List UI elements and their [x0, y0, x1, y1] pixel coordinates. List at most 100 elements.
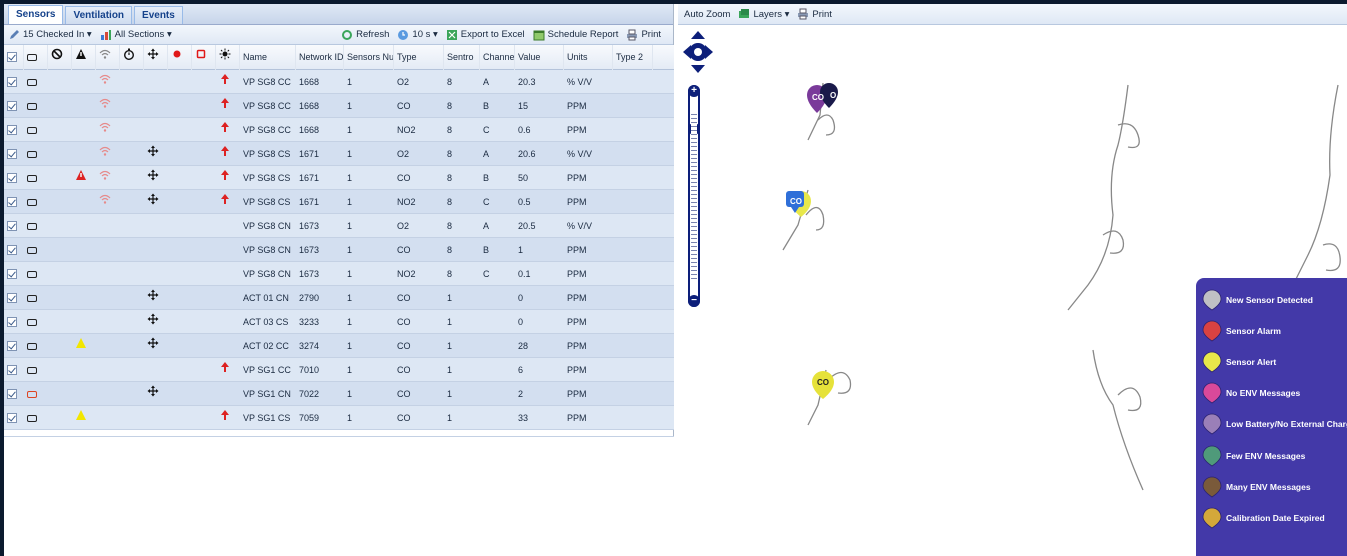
tab-sensors[interactable]: Sensors	[8, 5, 64, 24]
header-channel[interactable]: Channel	[480, 44, 515, 70]
header-record[interactable]	[168, 44, 192, 70]
row-checkbox[interactable]	[7, 389, 17, 400]
row-checkbox[interactable]	[7, 413, 17, 424]
row-checkbox[interactable]	[7, 173, 17, 184]
table-row[interactable]: ACT 01 CN 2790 1 CO 1 0 PPM	[4, 286, 674, 310]
table-row[interactable]: ACT 03 CS 3233 1 CO 1 0 PPM	[4, 310, 674, 334]
tab-events[interactable]: Events	[134, 6, 183, 24]
checked-in-dropdown[interactable]: 15 Checked In ▾	[8, 29, 92, 41]
row-checkbox[interactable]	[7, 197, 17, 208]
header-move[interactable]	[144, 44, 168, 70]
header-battery[interactable]	[24, 44, 48, 70]
row-select-cell[interactable]	[4, 382, 24, 406]
row-select-cell[interactable]	[4, 214, 24, 238]
legend-item: Many ENV Messages	[1202, 471, 1347, 502]
table-row[interactable]: VP SG8 CN 1673 1 O2 8 A 20.5 % V/V	[4, 214, 674, 238]
value-cell: 33	[518, 412, 529, 423]
auto-zoom-button[interactable]: Auto Zoom	[684, 9, 730, 20]
schedule-report-button[interactable]: Schedule Report	[533, 29, 618, 41]
sections-dropdown[interactable]: All Sections ▾	[100, 29, 172, 41]
table-row[interactable]: VP SG8 CN 1673 1 NO2 8 C 0.1 PPM	[4, 262, 674, 286]
table-row[interactable]: VP SG8 CC 1668 1 CO 8 B 15 PPM	[4, 94, 674, 118]
row-select-cell[interactable]	[4, 334, 24, 358]
zoom-in-button[interactable]: +	[688, 85, 700, 97]
row-select-cell[interactable]	[4, 142, 24, 166]
header-sensors-num[interactable]: Sensors Num	[344, 44, 394, 70]
row-select-cell[interactable]	[4, 286, 24, 310]
name-cell: VP SG1 CC	[243, 364, 291, 375]
row-checkbox[interactable]	[7, 293, 17, 304]
channel-cell: A	[483, 76, 490, 87]
header-sentro[interactable]: Sentro	[444, 44, 480, 70]
table-row[interactable]: VP SG8 CS 1671 1 O2 8 A 20.6 % V/V	[4, 142, 674, 166]
legend-item: Few ENV Messages	[1202, 440, 1347, 471]
battery-cell	[24, 70, 48, 94]
row-select-cell[interactable]	[4, 262, 24, 286]
row-checkbox[interactable]	[7, 365, 17, 376]
header-signal[interactable]	[96, 44, 120, 70]
layers-dropdown[interactable]: Layers ▾	[738, 8, 789, 20]
table-row[interactable]: VP SG8 CS 1671 1 NO2 8 C 0.5 PPM	[4, 190, 674, 214]
table-row[interactable]: ACT 02 CC 3274 1 CO 1 28 PPM	[4, 334, 674, 358]
zoom-out-button[interactable]: −	[688, 295, 700, 307]
row-select-cell[interactable]	[4, 310, 24, 334]
header-type2[interactable]: Type 2	[613, 44, 653, 70]
row-select-cell[interactable]	[4, 238, 24, 262]
row-select-cell[interactable]	[4, 358, 24, 382]
table-row[interactable]: VP SG8 CS 1671 1 CO 8 B 50 PPM	[4, 166, 674, 190]
refresh-button[interactable]: Refresh	[341, 29, 389, 41]
header-units[interactable]: Units	[564, 44, 613, 70]
print-button[interactable]: Print	[626, 29, 661, 41]
header-type[interactable]: Type	[394, 44, 444, 70]
row-checkbox[interactable]	[7, 221, 17, 232]
select-all-checkbox[interactable]	[7, 52, 17, 63]
interval-dropdown[interactable]: 10 s ▾	[397, 29, 438, 41]
map-print-button[interactable]: Print	[797, 8, 832, 20]
type-cell: O2	[397, 76, 410, 87]
zoom-slider[interactable]: + −	[688, 85, 700, 307]
row-checkbox[interactable]	[7, 77, 17, 88]
move-icon	[147, 169, 159, 180]
channel-cell: A	[483, 220, 490, 231]
mine-map[interactable]: CO O CO CO + − New Sensor Detected Senso…	[678, 25, 1347, 556]
table-row[interactable]: VP SG1 CS 7059 1 CO 1 33 PPM	[4, 406, 674, 430]
header-select-all[interactable]	[4, 44, 24, 70]
table-row[interactable]: VP SG8 CC 1668 1 O2 8 A 20.3 % V/V	[4, 70, 674, 94]
row-checkbox[interactable]	[7, 245, 17, 256]
header-status[interactable]	[216, 44, 240, 70]
row-select-cell[interactable]	[4, 190, 24, 214]
pan-control[interactable]	[683, 31, 713, 73]
tab-ventilation[interactable]: Ventilation	[65, 6, 133, 24]
network-id-cell: 1673	[299, 268, 320, 279]
row-checkbox[interactable]	[7, 317, 17, 328]
blocked-cell	[48, 382, 72, 406]
header-alarm[interactable]	[72, 44, 96, 70]
type2-cell	[613, 286, 653, 310]
table-row[interactable]: VP SG1 CN 7022 1 CO 1 2 PPM	[4, 382, 674, 406]
header-value[interactable]: Value	[515, 44, 564, 70]
row-select-cell[interactable]	[4, 406, 24, 430]
header-blocked[interactable]	[48, 44, 72, 70]
sensors-num-cell: 1	[347, 100, 353, 111]
sensors-num-cell: 1	[347, 196, 353, 207]
row-select-cell[interactable]	[4, 94, 24, 118]
header-stop[interactable]	[192, 44, 216, 70]
header-name[interactable]: Name	[240, 44, 296, 70]
header-timer[interactable]	[120, 44, 144, 70]
arrow-up-icon	[221, 193, 229, 204]
sensors-num-cell: 1	[347, 388, 353, 399]
row-checkbox[interactable]	[7, 149, 17, 160]
row-select-cell[interactable]	[4, 70, 24, 94]
signal-cell	[96, 70, 120, 94]
table-row[interactable]: VP SG8 CN 1673 1 CO 8 B 1 PPM	[4, 238, 674, 262]
row-checkbox[interactable]	[7, 125, 17, 136]
table-row[interactable]: VP SG8 CC 1668 1 NO2 8 C 0.6 PPM	[4, 118, 674, 142]
table-row[interactable]: VP SG1 CC 7010 1 CO 1 6 PPM	[4, 358, 674, 382]
row-select-cell[interactable]	[4, 118, 24, 142]
row-checkbox[interactable]	[7, 101, 17, 112]
row-select-cell[interactable]	[4, 166, 24, 190]
row-checkbox[interactable]	[7, 341, 17, 352]
row-checkbox[interactable]	[7, 269, 17, 280]
export-excel-button[interactable]: Export to Excel	[446, 29, 525, 41]
header-network-id[interactable]: Network ID ▴	[296, 44, 344, 70]
